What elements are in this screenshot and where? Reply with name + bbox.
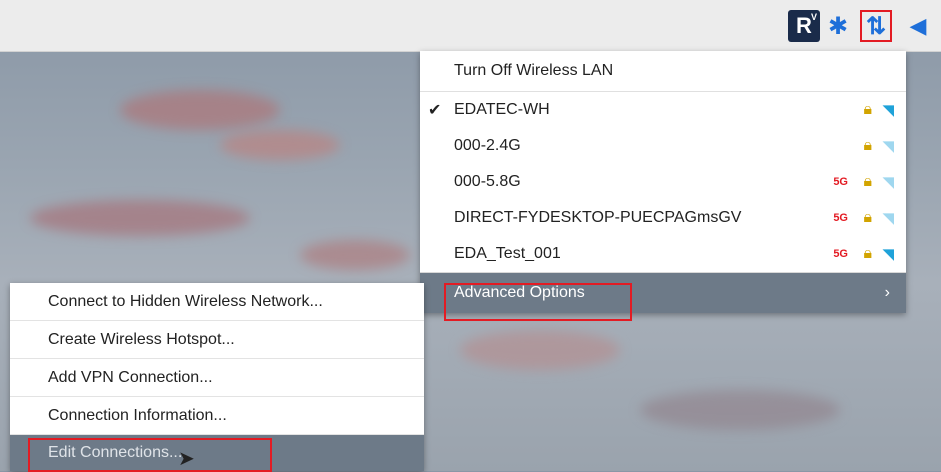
- band-5g-badge: 5G: [833, 176, 848, 188]
- network-item[interactable]: ✔ EDATEC-WH 🔒︎ ◥: [420, 92, 906, 128]
- network-icon[interactable]: ⇅: [860, 10, 892, 42]
- vnc-icon[interactable]: RV: [788, 10, 820, 42]
- turn-off-wireless-item[interactable]: Turn Off Wireless LAN: [420, 51, 906, 92]
- advanced-options-submenu: Connect to Hidden Wireless Network... Cr…: [10, 283, 424, 471]
- network-item[interactable]: 000-2.4G 🔒︎ ◥: [420, 128, 906, 164]
- wifi-signal-icon: ◥: [882, 138, 894, 155]
- network-item[interactable]: EDA_Test_001 5G 🔒︎ ◥: [420, 236, 906, 272]
- wifi-signal-icon: ◥: [882, 246, 894, 263]
- edit-connections-item[interactable]: Edit Connections...: [10, 435, 424, 471]
- wifi-signal-icon: ◥: [882, 174, 894, 191]
- lock-icon: 🔒︎: [863, 245, 872, 262]
- lock-icon: 🔒︎: [863, 137, 872, 154]
- lock-icon: 🔒︎: [863, 101, 872, 118]
- wifi-signal-icon: ◥: [882, 102, 894, 119]
- checkmark-icon: ✔: [428, 102, 442, 119]
- lock-icon: 🔒︎: [863, 173, 872, 190]
- advanced-options-item[interactable]: Advanced Options ›: [420, 272, 906, 313]
- network-item[interactable]: 000-5.8G 5G 🔒︎ ◥: [420, 164, 906, 200]
- add-vpn-item[interactable]: Add VPN Connection...: [10, 359, 424, 397]
- band-5g-badge: 5G: [833, 248, 848, 260]
- bluetooth-icon[interactable]: ✱: [824, 10, 852, 42]
- wifi-signal-icon: ◥: [882, 210, 894, 227]
- band-5g-badge: 5G: [833, 212, 848, 224]
- volume-icon[interactable]: ◀: [902, 10, 934, 42]
- create-hotspot-item[interactable]: Create Wireless Hotspot...: [10, 321, 424, 359]
- network-menu: Turn Off Wireless LAN ✔ EDATEC-WH 🔒︎ ◥ 0…: [420, 51, 906, 313]
- chevron-right-icon: ›: [884, 284, 890, 301]
- mouse-cursor-icon: ➤: [178, 448, 195, 470]
- top-panel: RV ✱ ⇅ ◀: [0, 0, 941, 52]
- network-item[interactable]: DIRECT-FYDESKTOP-PUECPAGmsGV 5G 🔒︎ ◥: [420, 200, 906, 236]
- connect-hidden-network-item[interactable]: Connect to Hidden Wireless Network...: [10, 283, 424, 321]
- connection-information-item[interactable]: Connection Information...: [10, 397, 424, 435]
- lock-icon: 🔒︎: [863, 209, 872, 226]
